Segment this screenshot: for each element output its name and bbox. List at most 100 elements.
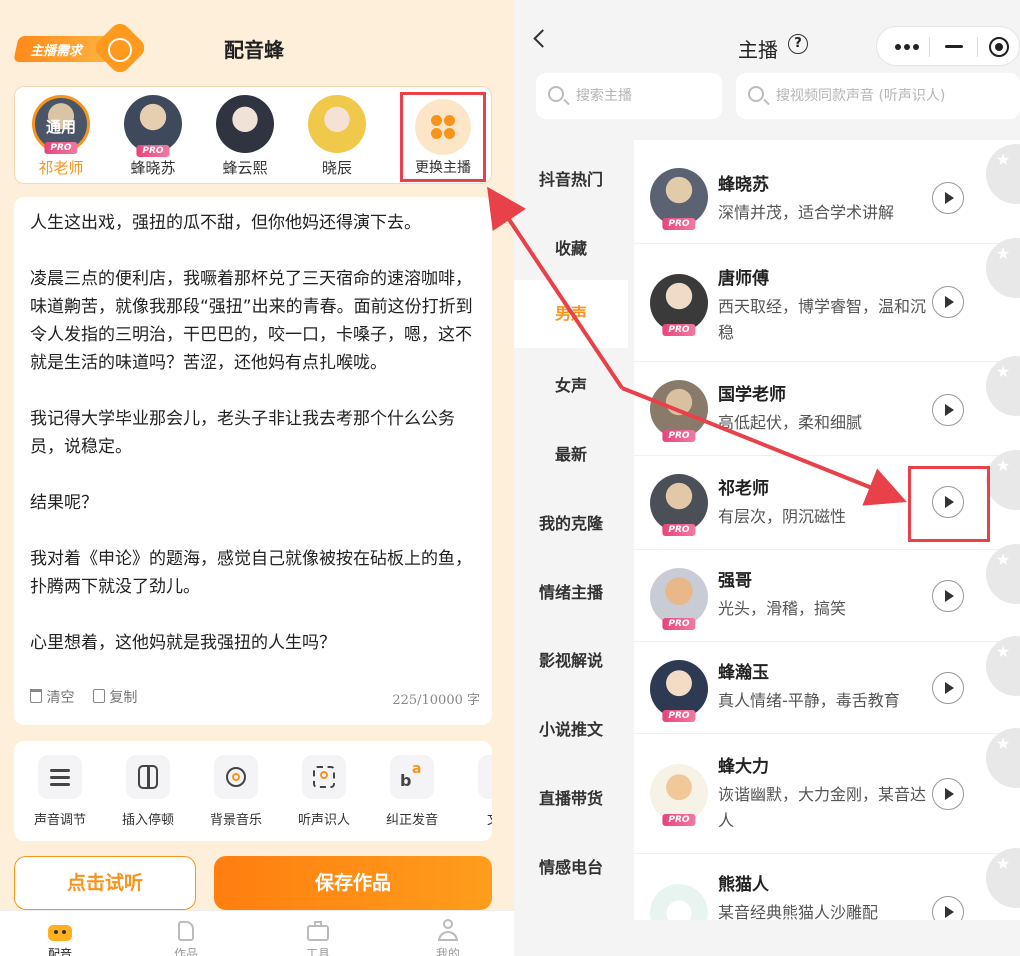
tool-background-music[interactable]: 背景音乐 [192, 755, 280, 828]
copy-button[interactable]: 复制 [92, 687, 137, 707]
voice-name: 国学老师 [718, 385, 786, 405]
voice-row[interactable]: PRO 蜂瀚玉 真人情绪-平静，毒舌教育 [634, 636, 1020, 734]
preview-button[interactable]: 点击试听 [14, 856, 196, 910]
voice-name: 祁老师 [718, 479, 769, 499]
clear-button[interactable]: 清空 [30, 687, 74, 707]
minimize-icon[interactable] [945, 45, 963, 48]
voice-desc: 光头，滑稽，搞笑 [718, 599, 847, 618]
pronunciation-icon: ba [390, 755, 434, 799]
favorite-star-icon[interactable] [986, 238, 1020, 298]
voice-desc: 西天取经，博学睿智，温和沉稳 [718, 297, 927, 342]
tool-fix-pronunciation[interactable]: ba 纠正发音 [368, 755, 456, 828]
help-icon[interactable]: ? [788, 34, 808, 54]
toolbox-icon [304, 917, 332, 943]
favorite-star-icon[interactable] [986, 356, 1020, 416]
play-icon[interactable] [932, 394, 964, 426]
highlight-play-box [908, 466, 990, 542]
pro-badge: PRO [662, 710, 696, 722]
voice-avatar: PRO [650, 274, 708, 336]
pro-badge: PRO [44, 142, 78, 154]
category-item[interactable]: 影视解说 [514, 647, 628, 671]
category-item[interactable]: 情绪主播 [514, 579, 628, 603]
category-item[interactable]: 直播带货 [514, 785, 628, 809]
trash-icon [30, 689, 42, 703]
category-item[interactable]: 收藏 [514, 235, 628, 259]
change-anchor-button[interactable]: 更换主播 [400, 92, 486, 182]
favorite-star-icon[interactable] [986, 848, 1020, 908]
voice-avatar: PRO [650, 764, 708, 826]
anchor-item[interactable]: 蜂云熙 [205, 95, 285, 178]
script-paragraph: 凌晨三点的便利店，我噘着那杯兑了三天宿命的速溶咖啡，味道齁苦，就像我那段“强扭”… [30, 269, 473, 373]
voice-row[interactable]: PRO 强哥 光头，滑稽，搞笑 [634, 544, 1020, 642]
user-icon [434, 917, 462, 943]
close-icon[interactable] [989, 37, 1009, 57]
category-item-active[interactable]: 男声 [514, 280, 628, 348]
tab-dubbing[interactable]: 配音 [30, 917, 90, 956]
tool-insert-pause[interactable]: 插入停顿 [104, 755, 192, 828]
voice-row[interactable]: PRO 唐师傅 西天取经，博学睿智，温和沉稳 [634, 238, 1020, 362]
tab-me[interactable]: 我的 [418, 917, 478, 956]
search-voice-input[interactable]: 搜视频同款声音 (听声识人) [736, 73, 1020, 119]
tool-copywriting[interactable]: 文案 [456, 755, 492, 828]
document-icon [478, 755, 492, 799]
anchor-avatar [308, 95, 366, 153]
voice-desc: 某音经典熊猫人沙雕配 [718, 903, 879, 920]
play-icon[interactable] [932, 286, 964, 318]
save-button[interactable]: 保存作品 [214, 856, 492, 910]
book-icon [172, 917, 200, 943]
voice-desc: 高低起伏，柔和细腻 [718, 413, 863, 432]
clover-icon [415, 99, 471, 155]
play-icon[interactable] [932, 778, 964, 810]
category-item[interactable]: 抖音热门 [514, 166, 628, 190]
picker-header: 主播 ? [514, 0, 1020, 70]
favorite-star-icon[interactable] [986, 544, 1020, 604]
voice-row[interactable]: PRO 蜂大力 诙谐幽默，大力金刚，某音达人 [634, 728, 1020, 854]
voice-row[interactable]: PRO 国学老师 高低起伏，柔和细腻 [634, 356, 1020, 456]
tab-works[interactable]: 作品 [156, 917, 216, 956]
voice-avatar: PRO [650, 568, 708, 630]
script-editor[interactable]: 人生这出戏，强扭的瓜不甜，但你他妈还得演下去。 凌晨三点的便利店，我噘着那杯兑了… [14, 197, 492, 725]
voice-avatar: PRO [650, 380, 708, 442]
script-paragraph: 人生这出戏，强扭的瓜不甜，但你他妈还得演下去。 [30, 213, 421, 233]
anchor-name: 祁老师 [38, 159, 84, 177]
pause-icon [126, 755, 170, 799]
anchor-item[interactable]: 晓辰 [297, 95, 377, 178]
search-icon [548, 86, 564, 102]
play-icon[interactable] [932, 896, 964, 920]
tab-tools[interactable]: 工具 [288, 917, 348, 956]
dubbing-screen: 主播需求 配音蜂 通用 PRO 祁老师 PRO 蜂晓苏 蜂云熙 晓辰 更换主播 … [0, 0, 514, 956]
anchor-item[interactable]: PRO 蜂晓苏 [113, 95, 193, 178]
voice-row[interactable]: PRO 蜂晓苏 深情并茂，适合学术讲解 [634, 144, 1020, 244]
search-anchor-input[interactable]: 搜索主播 [536, 73, 722, 119]
favorite-star-icon[interactable] [986, 450, 1020, 510]
category-item[interactable]: 小说推文 [514, 716, 628, 740]
voice-name: 强哥 [718, 571, 752, 591]
voice-row[interactable]: 熊猫人 某音经典熊猫人沙雕配 [634, 848, 1020, 920]
anchor-name: 蜂云熙 [222, 159, 268, 177]
script-text[interactable]: 人生这出戏，强扭的瓜不甜，但你他妈还得演下去。 凌晨三点的便利店，我噘着那杯兑了… [30, 209, 480, 677]
play-icon[interactable] [932, 672, 964, 704]
voice-avatar: PRO [650, 474, 708, 536]
anchor-item[interactable]: 通用 PRO 祁老师 [21, 95, 101, 178]
back-icon[interactable] [533, 29, 552, 48]
char-count: 225/10000 字 [392, 693, 480, 708]
anchor-avatar [216, 95, 274, 153]
play-icon[interactable] [932, 580, 964, 612]
script-paragraph: 我记得大学毕业那会儿，老头子非让我去考那个什么公务员，说稳定。 [30, 409, 455, 457]
anchor-avatar: PRO [124, 95, 182, 157]
category-item[interactable]: 情感电台 [514, 854, 628, 878]
favorite-star-icon[interactable] [986, 728, 1020, 788]
pro-badge: PRO [662, 218, 696, 230]
category-item[interactable]: 我的克隆 [514, 510, 628, 534]
more-icon[interactable] [895, 44, 901, 50]
favorite-star-icon[interactable] [986, 144, 1020, 204]
tool-voice-recognition[interactable]: 听声识人 [280, 755, 368, 828]
anchor-avatar: 通用 PRO [32, 95, 90, 154]
editor-footer: 清空 复制 225/10000 字 [30, 687, 480, 711]
script-paragraph: 结果呢？ [30, 493, 98, 513]
tool-sound-adjust[interactable]: 声音调节 [16, 755, 104, 828]
category-item[interactable]: 最新 [514, 441, 628, 465]
favorite-star-icon[interactable] [986, 636, 1020, 696]
category-item[interactable]: 女声 [514, 372, 628, 396]
play-icon[interactable] [932, 182, 964, 214]
